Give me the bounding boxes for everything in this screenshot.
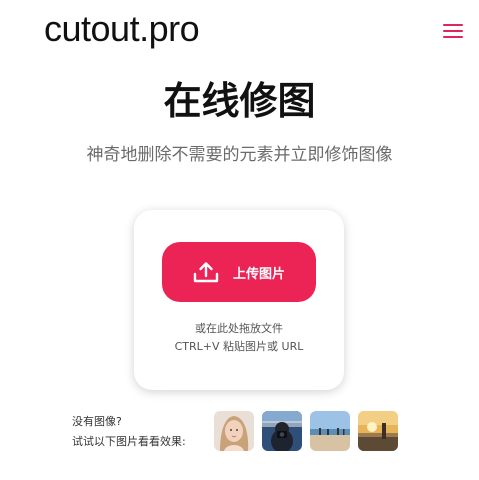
page-subtitle: 神奇地删除不需要的元素并立即修饰图像	[86, 145, 393, 165]
drop-hint-line1: 或在此处拖放文件	[195, 322, 283, 335]
samples-prompt: 没有图像? 试试以下图片看看效果:	[72, 412, 186, 452]
sample-beach-people[interactable]	[310, 411, 350, 451]
samples-line1: 没有图像?	[72, 415, 122, 428]
logo[interactable]: cutout.pro	[44, 8, 200, 50]
upload-button[interactable]: 上传图片	[162, 242, 316, 302]
page-title: 在线修图	[163, 79, 316, 123]
upload-button-label: 上传图片	[232, 266, 285, 282]
header: cutout.pro	[0, 0, 479, 62]
sample-sunset-scene[interactable]	[358, 411, 398, 451]
upload-card[interactable]: 上传图片 或在此处拖放文件 CTRL+V 粘贴图片或 URL	[134, 210, 344, 390]
sample-person-camera[interactable]	[262, 411, 302, 451]
drop-hint: 或在此处拖放文件 CTRL+V 粘贴图片或 URL	[134, 320, 344, 356]
hamburger-menu-icon[interactable]	[443, 24, 463, 40]
upload-icon	[193, 262, 219, 283]
samples-line2: 试试以下图片看看效果:	[72, 435, 186, 448]
sample-woman-portrait[interactable]	[214, 411, 254, 451]
drop-hint-line2: CTRL+V 粘贴图片或 URL	[174, 340, 304, 353]
